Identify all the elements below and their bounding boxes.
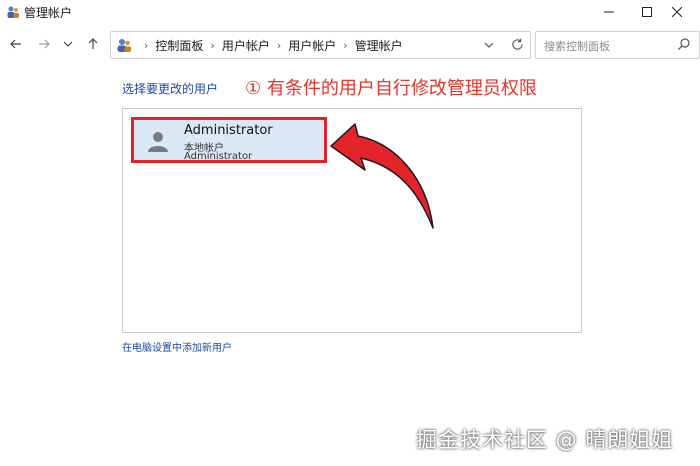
arrow-up-icon <box>88 38 98 49</box>
page-heading: 选择要更改的用户 <box>122 82 219 96</box>
window-title: 管理帐户 <box>24 6 73 20</box>
maximize-icon <box>642 7 652 17</box>
user-card-administrator[interactable]: Administrator 本地帐户 Administrator <box>131 117 327 163</box>
breadcrumb-user-accounts[interactable]: 用户帐户 <box>222 37 270 54</box>
search-placeholder: 搜索控制面板 <box>544 40 610 53</box>
user-avatar-icon <box>148 132 168 152</box>
breadcrumb[interactable]: › 控制面板 › 用户帐户 › 用户帐户 › 管理帐户 <box>110 31 531 59</box>
user-group: Administrator <box>184 151 253 162</box>
back-button[interactable] <box>6 34 26 54</box>
user-name: Administrator <box>184 123 273 138</box>
add-new-user-link[interactable]: 在电脑设置中添加新用户 <box>122 339 232 354</box>
breadcrumb-separator: › <box>276 39 282 52</box>
address-bar: › 控制面板 › 用户帐户 › 用户帐户 › 管理帐户 搜索控制面板 <box>0 28 700 60</box>
arrow-right-icon <box>39 39 50 49</box>
recent-locations-button[interactable] <box>58 34 78 54</box>
breadcrumb-separator: › <box>144 39 149 52</box>
users-icon <box>117 39 131 52</box>
breadcrumb-separator: › <box>210 39 215 52</box>
users-app-icon <box>7 6 19 18</box>
up-button[interactable] <box>83 34 103 54</box>
annotation-text: ① 有条件的用户自行修改管理员权限 <box>245 78 537 99</box>
forward-button[interactable] <box>34 34 54 54</box>
refresh-icon[interactable] <box>511 38 524 51</box>
breadcrumb-manage-accounts[interactable]: 管理帐户 <box>355 37 403 54</box>
breadcrumb-separator: › <box>343 39 348 52</box>
close-button[interactable] <box>654 0 700 24</box>
search-icon <box>678 38 690 50</box>
watermark: 掘金技术社区 @ 晴朗姐姐 <box>416 428 674 452</box>
close-icon <box>672 7 682 17</box>
breadcrumb-control-panel[interactable]: 控制面板 <box>155 37 203 54</box>
chevron-down-icon <box>63 41 73 47</box>
address-dropdown-icon[interactable] <box>484 40 494 50</box>
search-input[interactable]: 搜索控制面板 <box>535 31 700 59</box>
breadcrumb-user-accounts-sub[interactable]: 用户帐户 <box>288 37 336 54</box>
minimize-icon <box>604 11 614 13</box>
title-bar: 管理帐户 <box>0 0 700 24</box>
arrow-left-icon <box>10 39 21 49</box>
annotation-arrow <box>330 123 434 229</box>
